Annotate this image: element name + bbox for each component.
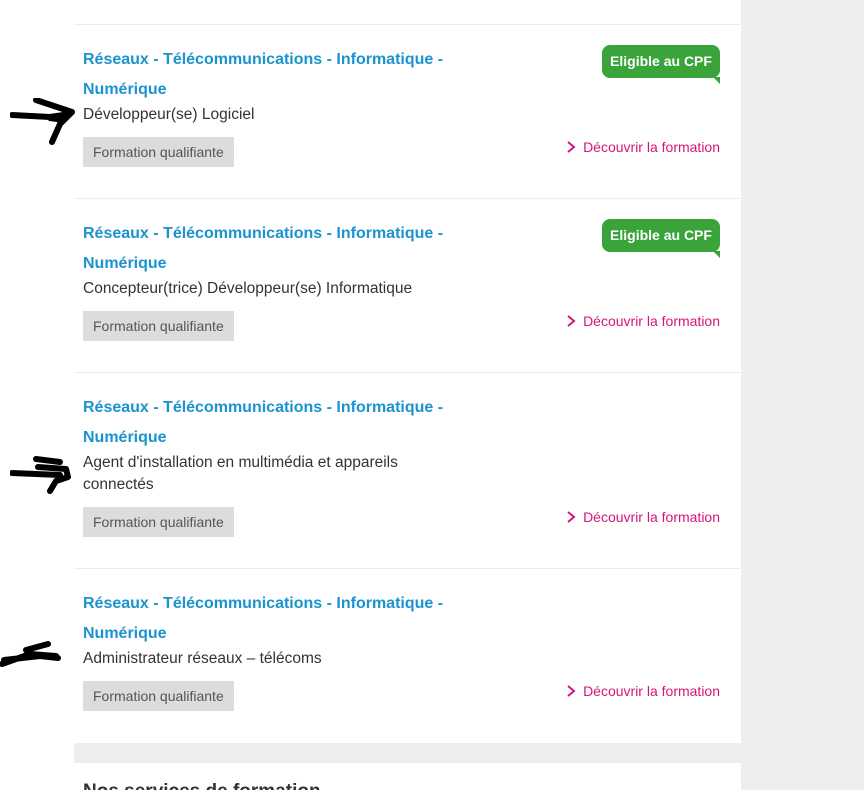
services-section: Nos services de formation [74, 763, 741, 790]
formation-type-badge: Formation qualifiante [83, 681, 234, 711]
result-card: Réseaux - Télécommunications - Informati… [74, 569, 741, 743]
discover-link-label: Découvrir la formation [583, 313, 720, 329]
result-domain[interactable]: Réseaux - Télécommunications - Informati… [83, 219, 483, 279]
result-title: Administrateur réseaux – télécoms [83, 650, 322, 667]
discover-link-label: Découvrir la formation [583, 509, 720, 525]
results-list: Réseaux - Télécommunications - Informati… [74, 0, 741, 790]
result-domain[interactable]: Réseaux - Télécommunications - Informati… [83, 589, 483, 649]
cpf-badge-tail [713, 251, 720, 258]
chevron-right-icon [567, 511, 576, 523]
scribble-mark-icon [10, 456, 71, 494]
discover-link-label: Découvrir la formation [583, 683, 720, 699]
formation-type-badge: Formation qualifiante [83, 311, 234, 341]
result-title: Développeur(se) Logiciel [83, 106, 255, 123]
chevron-right-icon [567, 141, 576, 153]
result-domain[interactable]: Réseaux - Télécommunications - Informati… [83, 45, 483, 105]
right-gutter [741, 0, 864, 790]
formation-type-badge: Formation qualifiante [83, 137, 234, 167]
services-section-title: Nos services de formation [83, 781, 321, 790]
result-title: Agent d'installation en multimédia et ap… [83, 454, 398, 493]
formation-type-badge: Formation qualifiante [83, 507, 234, 537]
result-title: Concepteur(trice) Développeur(se) Inform… [83, 280, 413, 297]
discover-formation-link[interactable]: Découvrir la formation [565, 682, 720, 700]
discover-formation-link[interactable]: Découvrir la formation [565, 138, 720, 156]
discover-formation-link[interactable]: Découvrir la formation [565, 312, 720, 330]
result-card: Réseaux - Télécommunications - Informati… [74, 199, 741, 373]
discover-formation-link[interactable]: Découvrir la formation [565, 508, 720, 526]
chevron-right-icon [567, 315, 576, 327]
section-separator [74, 743, 741, 763]
discover-link-label: Découvrir la formation [583, 139, 720, 155]
cpf-eligible-badge: Eligible au CPF [602, 45, 720, 78]
cpf-eligible-badge: Eligible au CPF [602, 219, 720, 252]
result-card: Réseaux - Télécommunications - Informati… [74, 25, 741, 199]
chevron-right-icon [567, 685, 576, 697]
cpf-badge-tail [713, 77, 720, 84]
result-domain[interactable]: Réseaux - Télécommunications - Informati… [83, 393, 483, 453]
scribble-mark-icon [0, 641, 61, 667]
scribble-mark-icon [10, 98, 75, 145]
result-card: Réseaux - Télécommunications - Informati… [74, 373, 741, 569]
